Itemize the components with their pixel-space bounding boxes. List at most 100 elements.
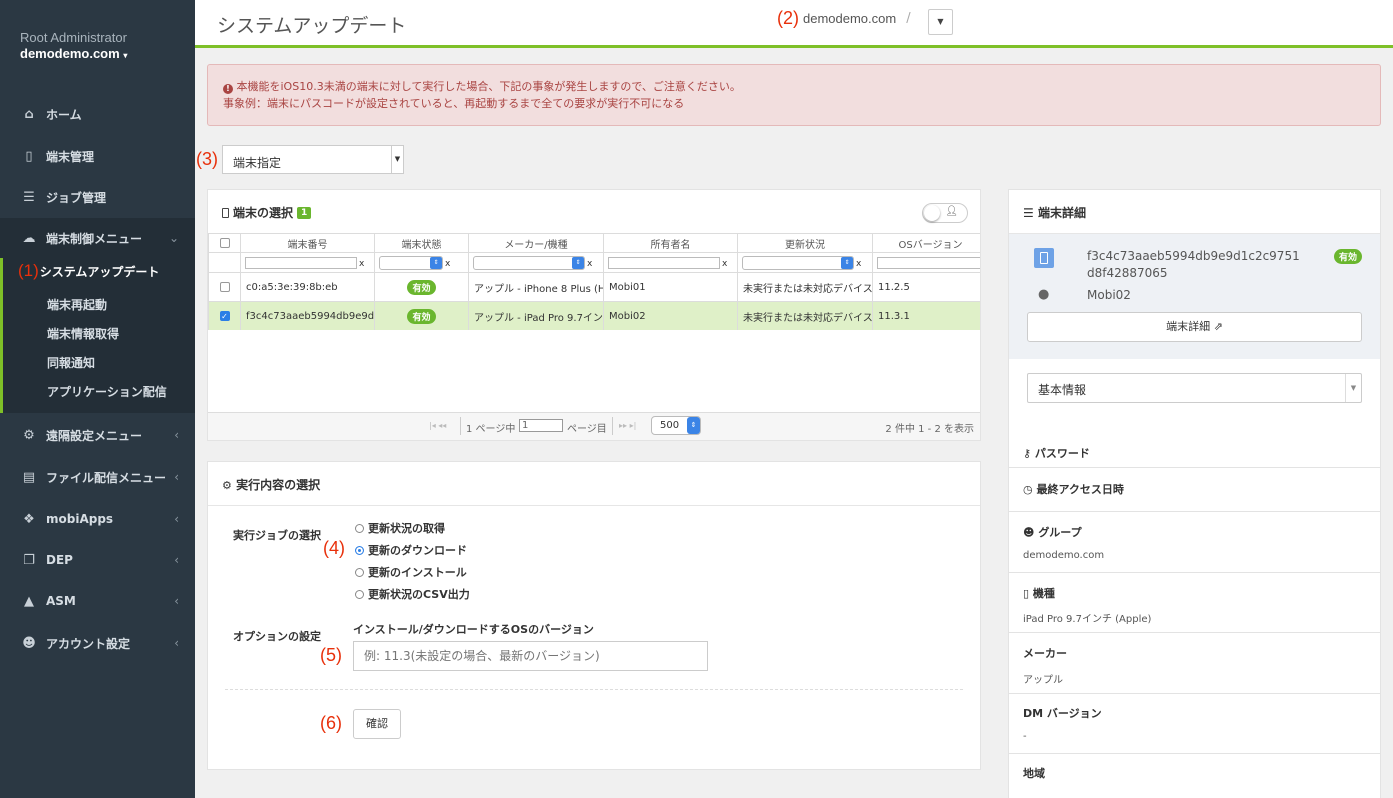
chevron-left-icon: ‹ [174,553,179,567]
radio-button-checked[interactable] [355,546,364,555]
status-badge: 有効 [1333,249,1362,264]
device-id-line: f3c4c73aaeb5994db9e9d1c2c9751 [1087,249,1300,263]
filter-cell [208,252,241,273]
job-option-download[interactable]: 更新のダウンロード [355,542,467,558]
exclamation-circle-icon: ! [223,84,233,94]
page-title: システムアップデート [217,15,407,37]
password-label-text: パスワード [1034,447,1090,460]
chevron-left-icon: ‹ [174,470,179,484]
job-option-label: 更新のダウンロード [368,544,467,557]
table-header-row: 端末番号 端末状態 メーカー/機種 所有者名 更新状況 OSバージョン [208,233,980,253]
target-select[interactable]: 端末指定 ▼ [222,145,404,174]
annotation-6: (6) [320,713,342,733]
section-select-value: 基本情報 [1038,383,1087,397]
page-size-value: 500 [660,420,680,431]
column-header[interactable]: 端末状態 [374,233,469,253]
sidebar-item-device-control[interactable]: ☁ 端末制御メニュー ⌄ [0,218,195,258]
sidebar-item-remote-settings[interactable]: ⚙ 遠隔設定メニュー ‹ [0,415,195,455]
radio-button[interactable] [355,590,364,599]
clear-filter-button[interactable]: x [587,259,592,269]
sidebar-item-jobs[interactable]: ☰ ジョブ管理 [0,177,195,217]
radio-button[interactable] [355,524,364,533]
caret-down-icon: ▼ [391,146,403,173]
cubes-icon: ❖ [23,511,35,527]
filter-input-id[interactable] [245,256,357,269]
annotation-1: (1) [18,261,39,280]
sort-icon: ⇕ [687,417,700,434]
sidebar-sub-device-info[interactable]: 端末情報取得 [47,325,119,342]
owner-filter-toggle[interactable]: 👤︎ [922,203,968,223]
sidebar-sub-restart[interactable]: 端末再起動 [47,296,107,313]
confirm-button[interactable]: 確認 [353,709,401,739]
os-version-input[interactable] [353,641,708,671]
filter-input-os[interactable] [877,256,980,269]
sidebar-item-dep[interactable]: ❐ DEP ‹ [0,540,195,580]
divider [1009,572,1381,573]
column-header[interactable]: 更新状況 [737,233,873,253]
filter-cell: x [603,252,738,273]
model-label-text: 機種 [1032,587,1055,600]
chevron-left-icon: ‹ [174,428,179,442]
sidebar-item-mobiapps[interactable]: ❖ mobiApps ‹ [0,499,195,539]
annotation-5: (5) [320,645,342,665]
cloud-icon: ☁ [22,230,36,246]
radio-button[interactable] [355,568,364,577]
domain-dropdown-button[interactable]: ▼ [928,9,953,35]
row-checkbox[interactable] [219,281,230,292]
filter-select-status[interactable]: ⇕ [379,255,443,270]
row-checkbox-checked[interactable]: ✓ [219,310,230,321]
model-cell: アップル - iPhone 8 Plus (H [468,272,604,302]
column-header[interactable]: 所有者名 [603,233,738,253]
page-number-input[interactable]: 1 [519,419,563,432]
device-table: 端末番号 端末状態 メーカー/機種 所有者名 更新状況 OSバージョン x ⇕ x… [208,233,980,330]
job-option-csv[interactable]: 更新状況のCSV出力 [355,586,470,602]
clear-filter-button[interactable]: x [856,259,861,269]
clock-icon: ◷ [1023,483,1033,496]
detail-section-select[interactable]: 基本情報 ▼ [1027,373,1362,403]
divider [225,689,963,690]
filter-input-owner[interactable] [608,256,720,269]
list-icon: ☰ [1023,206,1034,220]
select-all-cell [208,233,241,253]
select-all-checkbox[interactable] [219,237,230,248]
sidebar-item-account[interactable]: ☻ アカウント設定 ‹ [0,623,195,663]
job-option-label: 更新のインストール [368,566,467,579]
sidebar-sub-app-delivery[interactable]: アプリケーション配信 [47,383,167,400]
table-row-selected[interactable]: ✓ f3c4c73aaeb5994db9e9d 有効 アップル - iPad P… [208,301,980,330]
first-page-icon[interactable]: |◂ ◂◂ [429,421,446,430]
sidebar-item-asm[interactable]: ▲ ASM ‹ [0,581,195,621]
sidebar-sub-system-update[interactable]: (1) システムアップデート [18,261,159,281]
user-domain-dropdown[interactable]: demodemo.com ▾ [20,46,127,61]
device-panel-title: 端末の選択 1 [222,204,312,221]
update-cell: 未実行または未対応デバイス [737,272,873,302]
column-header[interactable]: メーカー/機種 [468,233,604,253]
filter-select-model[interactable]: ⇕ [473,255,585,270]
sidebar-sub-label: システムアップデート [39,264,160,279]
sidebar-user[interactable]: Root Administrator demodemo.com ▾ [20,30,127,61]
server-icon: ☰ [23,189,35,205]
job-option-install[interactable]: 更新のインストール [355,564,467,580]
clear-filter-button[interactable]: x [359,259,364,269]
clear-filter-button[interactable]: x [722,259,727,269]
filter-select-update[interactable]: ⇕ [742,255,854,270]
user-role: Root Administrator [20,30,127,45]
model-value: iPad Pro 9.7インチ (Apple) [1023,614,1152,625]
device-detail-link-button[interactable]: 端末詳細 ⇗ [1027,312,1362,342]
column-header[interactable]: 端末番号 [240,233,375,253]
job-option-status[interactable]: 更新状況の取得 [355,520,445,536]
last-page-icon[interactable]: ▸▸ ▸| [619,421,636,430]
sidebar-item-devices[interactable]: ▯ 端末管理 [0,136,195,176]
sidebar-item-home[interactable]: ⌂ ホーム [0,94,195,134]
key-icon: ⚷ [1023,447,1032,460]
group-label: ☻ グループ [1023,524,1082,540]
column-header[interactable]: OSバージョン [872,233,980,253]
clear-filter-button[interactable]: x [445,259,450,269]
sidebar-sub-broadcast[interactable]: 同報通知 [47,354,95,371]
cogs-icon: ⚙ [23,427,35,443]
sidebar-item-label: ジョブ管理 [46,190,107,205]
row-check-cell: ✓ [208,301,241,330]
page-size-select[interactable]: 500 ⇕ [651,416,701,435]
os-cell: 11.2.5 [872,272,980,302]
sidebar-item-file-delivery[interactable]: ▤ ファイル配信メニュー ‹ [0,457,195,497]
table-row[interactable]: c0:a5:3e:39:8b:eb 有効 アップル - iPhone 8 Plu… [208,272,980,302]
